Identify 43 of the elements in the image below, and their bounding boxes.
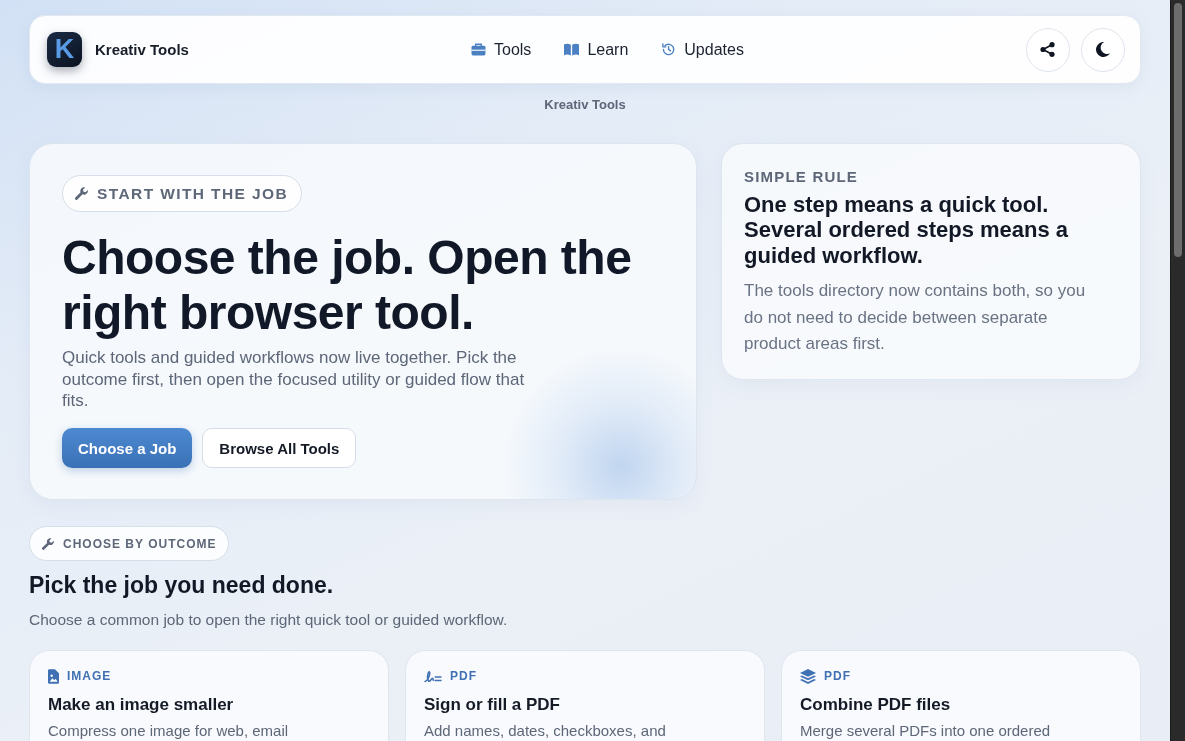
rule-title: One step means a quick tool. Several ordered steps means a guided workflow. [744, 191, 1070, 268]
theme-toggle-button[interactable] [1081, 27, 1125, 72]
card-description: Merge several PDFs into one ordered [800, 722, 1052, 740]
wrench-icon [75, 187, 88, 200]
card-description: Compress one image for web, email [48, 722, 290, 740]
card-tag: PDF [824, 669, 851, 683]
logo-badge[interactable]: K [47, 32, 82, 67]
scrollbar[interactable] [1170, 0, 1185, 741]
hero-title: Choose the job. Open the right browser tool. [62, 230, 633, 340]
section-eyebrow: CHOOSE BY OUTCOME [63, 536, 217, 551]
nav-link[interactable]: Tools [459, 32, 544, 67]
brand-name[interactable]: Kreativ Tools [95, 41, 189, 58]
nav-link[interactable]: Learn [552, 32, 641, 67]
hero-text: Quick tools and guided workflows now live together. Pick the outcome first, then open the focused utility or guided flow that fits. [62, 347, 526, 412]
wrench-icon [42, 537, 54, 550]
section-title: Pick the job you need done. [29, 571, 335, 599]
section-subtitle: Choose a common job to open the right quick tool or guided workflow. [29, 610, 509, 630]
secondary-button[interactable]: Browse All Tools [202, 428, 357, 468]
page-subtitle: Kreativ Tools [543, 97, 627, 113]
rule-text: The tools directory now contains both, so you do not need to decide between separate product areas first. [744, 280, 1087, 355]
image-file-icon [48, 668, 59, 684]
card-tag: IMAGE [67, 669, 112, 683]
share-icon [1040, 42, 1056, 57]
rule-eyebrow: SIMPLE RULE [744, 168, 860, 186]
book-icon [564, 43, 580, 56]
card-tag: PDF [450, 669, 477, 683]
nav-link[interactable]: Updates [649, 32, 756, 67]
toolbox-icon [471, 43, 486, 56]
eyebrow-label: START WITH THE JOB [97, 184, 289, 203]
moon-icon [1095, 42, 1111, 57]
card-title: Combine PDF files [800, 694, 952, 716]
job-card[interactable]: PDF Sign or fill a PDF Add names, dates, checkboxes, and [405, 650, 765, 741]
layers-icon [800, 668, 816, 684]
primary-button[interactable]: Choose a Job [62, 428, 193, 468]
share-button[interactable] [1026, 27, 1070, 72]
card-description: Add names, dates, checkboxes, and [424, 722, 667, 740]
card-title: Sign or fill a PDF [424, 694, 561, 716]
job-card[interactable]: PDF Combine PDF files Merge several PDFs into one ordered [781, 650, 1141, 741]
card-title: Make an image smaller [48, 694, 235, 716]
signature-icon [424, 669, 442, 683]
job-card[interactable]: IMAGE Make an image smaller Compress one image for web, email [29, 650, 389, 741]
history-icon [661, 43, 677, 56]
scrollbar-thumb[interactable] [1174, 3, 1182, 257]
